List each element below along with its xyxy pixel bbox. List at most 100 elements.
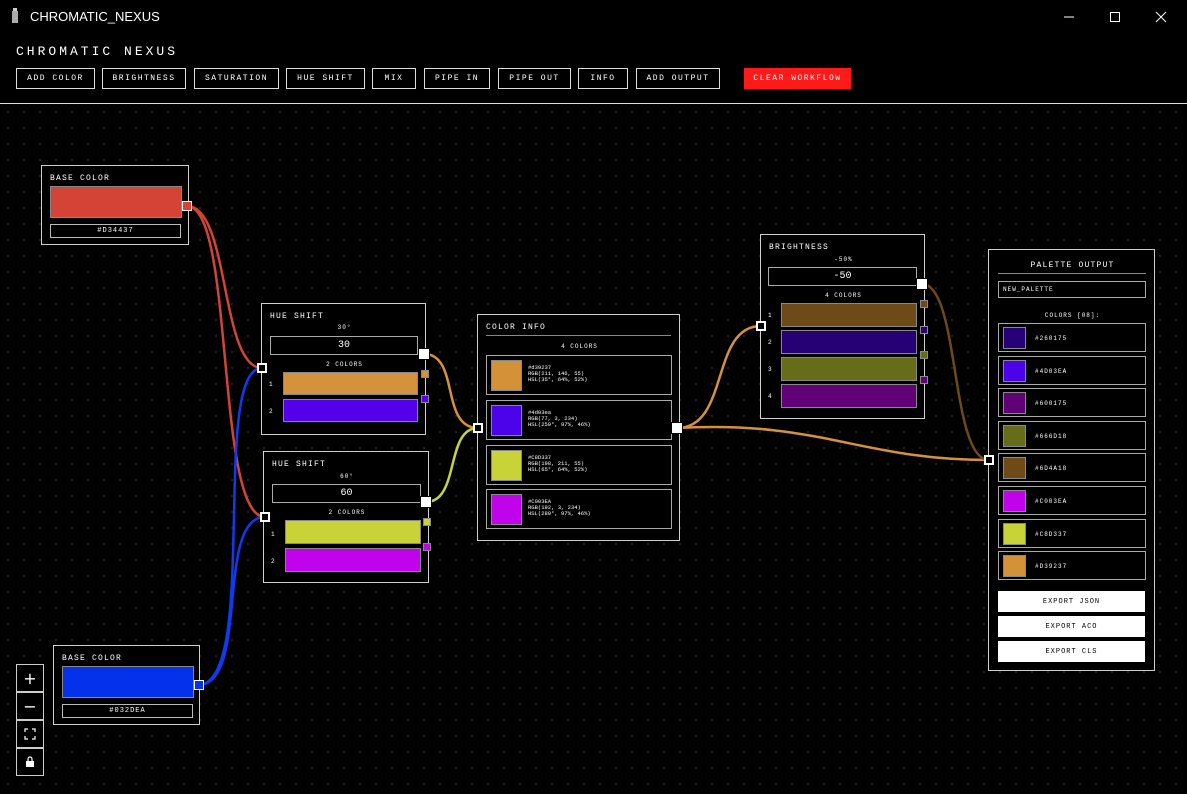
row-output-port[interactable] [421,395,429,403]
hex-value: #666D18 [1035,432,1068,440]
palette-row[interactable]: #D39237 [998,551,1146,581]
window-title: CHROMATIC_NEXUS [30,9,160,24]
row-output-port[interactable] [421,370,429,378]
pipe-in-button[interactable]: PIPE IN [424,68,490,89]
color-swatch[interactable] [781,384,917,408]
color-count: 4 COLORS [561,343,598,350]
output-port[interactable] [194,680,204,690]
output-port[interactable] [420,496,432,508]
palette-row[interactable]: #6D4A18 [998,453,1146,483]
row-output-port[interactable] [920,351,928,359]
palette-row[interactable]: #C003EA [998,486,1146,515]
color-count: COLORS [08]: [1044,312,1101,319]
palette-output-node[interactable]: PALETTE OUTPUT NEW_PALETTE COLORS [08]: … [988,249,1155,671]
palette-row[interactable]: #600175 [998,388,1146,418]
color-count: 4 COLORS [825,292,862,299]
color-swatch [1003,555,1026,578]
close-icon [1155,11,1167,22]
palette-row[interactable]: #260175 [998,323,1146,352]
row-output-port[interactable] [920,300,928,308]
color-swatch[interactable] [285,520,421,544]
info-row[interactable]: #C8D337 RGB(198, 211, 55) HSL(65°, 64%, … [486,445,672,485]
hex-input[interactable]: #D34437 [50,224,181,238]
app-header-title: CHROMATIC NEXUS [16,44,179,59]
input-port[interactable] [257,363,267,373]
clear-workflow-button[interactable]: CLEAR WORKFLOW [744,68,851,89]
add-color-button[interactable]: ADD COLOR [16,68,95,89]
row-index: 1 [768,312,773,319]
lock-button[interactable] [16,748,44,776]
palette-row[interactable]: #666D18 [998,420,1146,450]
input-port[interactable] [473,423,483,433]
hex-value: #6D4A18 [1035,465,1068,473]
maximize-button[interactable] [1092,0,1138,33]
palette-row[interactable]: #4D03EA [998,355,1146,385]
color-swatch[interactable] [781,303,917,327]
hue-input[interactable]: 60 [272,484,421,503]
input-port[interactable] [260,512,270,522]
hsl-value: HSL(65°, 64%, 52%) [528,466,588,473]
minus-icon: − [23,696,37,716]
info-button[interactable]: INFO [578,68,628,89]
close-button[interactable] [1138,0,1184,33]
info-row[interactable]: #d39237 RGB(211, 146, 55) HSL(35°, 64%, … [486,355,672,395]
output-port[interactable] [671,422,683,434]
input-port[interactable] [984,455,994,465]
title-divider [486,335,671,336]
color-swatch [491,405,522,436]
export-aco-button[interactable]: EXPORT ACO [998,616,1145,637]
palette-row[interactable]: #C8D337 [998,518,1146,548]
color-swatch[interactable] [283,372,418,395]
node-title: HUE SHIFT [272,460,327,469]
hue-shift-button[interactable]: HUE SHIFT [286,68,365,89]
add-output-button[interactable]: ADD OUTPUT [636,68,720,89]
mix-button[interactable]: MIX [372,68,416,89]
hex-input[interactable]: #032DEA [62,704,193,718]
base-color-node-2[interactable]: BASE COLOR #032DEA [53,645,200,725]
export-json-button[interactable]: EXPORT JSON [998,591,1145,612]
hsl-value: HSL(259°, 97%, 46%) [528,421,591,428]
row-output-port[interactable] [920,326,928,334]
output-port[interactable] [418,348,430,360]
minimize-button[interactable] [1046,0,1092,33]
input-port[interactable] [756,321,766,331]
saturation-button[interactable]: SATURATION [194,68,279,89]
brightness-input[interactable]: -50 [768,267,917,286]
base-color-node-1[interactable]: BASE COLOR #D34437 [41,165,189,245]
hue-shift-node-1[interactable]: HUE SHIFT 30° 30 2 COLORS 1 2 [261,303,426,435]
info-row[interactable]: #C003EA RGB(192, 3, 234) HSL(289°, 97%, … [486,489,672,529]
hex-value: #4D03EA [1035,367,1068,375]
brightness-node[interactable]: BRIGHTNESS -50% -50 4 COLORS 1 2 3 4 [760,234,925,419]
color-swatch[interactable] [781,330,917,354]
hsl-value: HSL(289°, 97%, 46%) [528,510,591,517]
color-swatch [491,360,522,391]
node-title: BASE COLOR [62,654,123,663]
color-swatch [1003,359,1026,382]
row-output-port[interactable] [920,376,928,384]
color-swatch[interactable] [781,357,917,381]
color-swatch[interactable] [62,666,194,698]
row-index: 4 [768,393,773,400]
output-port[interactable] [916,278,928,290]
row-output-port[interactable] [423,518,431,526]
color-swatch[interactable] [285,548,421,572]
zoom-out-button[interactable]: − [16,692,44,720]
zoom-in-button[interactable]: + [16,664,44,692]
output-port[interactable] [182,201,192,211]
row-output-port[interactable] [423,543,431,551]
color-swatch[interactable] [50,186,182,218]
color-swatch [491,450,522,481]
fit-view-button[interactable] [16,720,44,748]
hue-input[interactable]: 30 [270,336,418,355]
color-swatch [1003,522,1026,545]
hue-shift-node-2[interactable]: HUE SHIFT 60° 60 2 COLORS 1 2 [263,451,429,583]
brightness-button[interactable]: BRIGHTNESS [102,68,186,89]
export-cls-button[interactable]: EXPORT CLS [998,641,1145,662]
info-row[interactable]: #4d03ea RGB(77, 3, 234) HSL(259°, 97%, 4… [486,400,672,440]
color-swatch [1003,327,1026,349]
color-swatch[interactable] [283,399,418,422]
color-info-node[interactable]: COLOR INFO 4 COLORS #d39237 RGB(211, 146… [477,314,680,541]
palette-name-input[interactable]: NEW_PALETTE [998,281,1146,298]
hex-value: #C003EA [1035,498,1068,505]
pipe-out-button[interactable]: PIPE OUT [498,68,571,89]
